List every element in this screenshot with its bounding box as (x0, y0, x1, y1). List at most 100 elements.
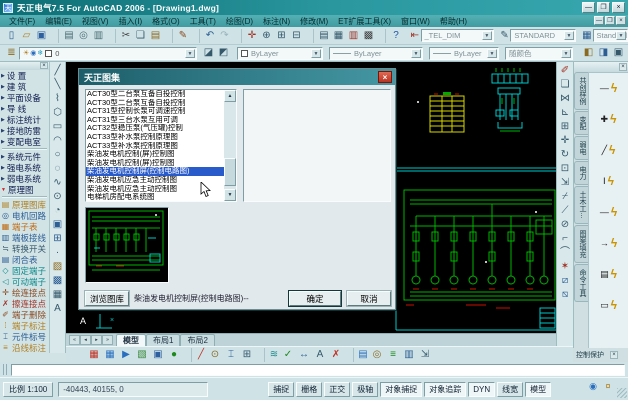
plot-style-combo[interactable]: 随颜色▼ (505, 47, 573, 60)
chamfer-icon[interactable]: ⌐ (558, 232, 572, 246)
palette-tab[interactable]: 电力 (574, 161, 588, 185)
list-item[interactable]: 柴油发电机控制(屏)控制图 (86, 150, 225, 159)
linetype-combo[interactable]: ByLayer▼ (329, 47, 423, 60)
menu-item[interactable]: 格式(O) (147, 16, 185, 27)
tz-dim-icon[interactable]: ↔ (296, 348, 312, 362)
chevron-down-icon[interactable]: ▼ (411, 49, 421, 58)
resize-grip[interactable] (617, 388, 627, 398)
layer-combo[interactable]: ☀ ◉ ❄ 0 ▼ (19, 47, 197, 60)
menu-group-item[interactable]: ▶强电系统 (0, 162, 49, 173)
minimize-button[interactable]: — (582, 2, 595, 13)
help-icon[interactable]: ? (385, 29, 403, 43)
status-toggle-button[interactable]: 极轴 (352, 382, 378, 397)
list-item[interactable]: ACT30型二台泵互备自投控制 (86, 90, 225, 99)
chevron-down-icon[interactable]: ▼ (564, 31, 574, 40)
layout-tab[interactable]: 布局2 (180, 334, 214, 346)
cancel-button[interactable]: 取消 (347, 291, 391, 306)
designcenter-icon[interactable]: ▦ (331, 29, 346, 43)
ok-button[interactable]: 确定 (289, 291, 341, 306)
palette-tab[interactable]: 共创样例 (574, 72, 588, 110)
calculator-icon[interactable]: ▩ (361, 29, 376, 43)
tab-nav-icon[interactable]: ◂ (80, 335, 91, 345)
list-item[interactable]: ACT31型控制长泵可调速控制 (86, 107, 225, 116)
menu-command-item[interactable]: ✛绘连接点 (0, 287, 49, 298)
open-file-icon[interactable]: ▱ (19, 29, 34, 43)
list-item[interactable]: 柴油发电机控制屏(控制电路图) (86, 167, 225, 176)
polygon-icon[interactable]: ⬡ (51, 106, 65, 120)
tz-bus-icon[interactable]: ≡ (385, 348, 401, 362)
tz-panel-icon[interactable]: ▥ (401, 348, 417, 362)
tab-nav-icon[interactable]: « (69, 335, 80, 345)
tz-export-icon[interactable]: ⇲ (417, 348, 433, 362)
zoom-realtime-icon[interactable]: ⊕ (259, 29, 274, 43)
mtext-icon[interactable]: A (51, 302, 65, 316)
dialog-close-button[interactable]: × (378, 71, 392, 83)
explode-icon[interactable]: ✶ (558, 260, 572, 274)
menu-item[interactable]: 帮助(H) (435, 16, 472, 27)
maximize-button[interactable]: ❐ (597, 2, 610, 13)
undo-icon[interactable]: ↶ (199, 29, 217, 43)
list-item[interactable]: ACT33型补水泵控制原理图 (86, 142, 225, 151)
symbol-breaker-2[interactable]: Ⅰϟ (594, 170, 624, 192)
hatch-icon[interactable]: ▨ (51, 260, 65, 274)
menu-group-item[interactable]: ▶平面设备 (0, 92, 49, 103)
menu-item[interactable]: 编辑(E) (40, 16, 77, 27)
symbol-breaker-1[interactable]: ╱ϟ (594, 139, 624, 161)
break-icon[interactable]: ⊘ (558, 218, 572, 232)
layer-previous-icon[interactable]: ◩ (216, 46, 231, 60)
tz-layer-tool-icon[interactable]: ◧ (581, 46, 596, 60)
tz-view-icon[interactable]: ▣ (611, 46, 626, 60)
menu-item[interactable]: 修改(M) (295, 16, 333, 27)
table-style-combo[interactable]: Standard▼ (593, 29, 628, 42)
menu-command-item[interactable]: ◇固定端子 (0, 265, 49, 276)
chevron-down-icon[interactable]: ▼ (616, 31, 626, 40)
plot-icon[interactable]: ▤ (58, 29, 76, 43)
move-icon[interactable]: ✛ (558, 134, 572, 148)
trim-icon[interactable]: ⌿ (558, 190, 572, 204)
stretch-icon[interactable]: ⇲ (558, 176, 572, 190)
menu-command-item[interactable]: ≒转换开关 (0, 243, 49, 254)
child-restore-button[interactable]: ❐ (605, 16, 615, 25)
menu-item[interactable]: 插入(I) (114, 16, 148, 27)
list-item[interactable]: ACT33型补水泵控制原理图 (86, 133, 225, 142)
status-toggle-button[interactable]: 对象追踪 (424, 382, 466, 397)
menu-command-item[interactable]: ✐端子删除 (0, 309, 49, 320)
match-properties-icon[interactable]: ✎ (172, 29, 190, 43)
close-icon[interactable]: × (619, 63, 627, 71)
list-item[interactable]: ACT32型稳压泵(气压罐)控制 (86, 124, 225, 133)
palette-tab[interactable]: 弱电 (574, 136, 588, 160)
tz-pick-icon[interactable]: ▶ (118, 348, 134, 362)
menu-group-item[interactable]: ▶弱电系统 (0, 173, 49, 184)
make-object-layer-current-icon[interactable]: ◪ (201, 46, 216, 60)
menu-group-item[interactable]: ▶变配电室 (0, 136, 49, 147)
line-icon[interactable]: ╱ (51, 64, 65, 78)
symbol-box[interactable]: ▭ϟ (594, 294, 624, 316)
properties-icon[interactable]: ▤ (313, 29, 331, 43)
new-file-icon[interactable]: ▯ (4, 29, 19, 43)
child-close-button[interactable]: × (616, 16, 626, 25)
menu-group-item[interactable]: ▶建 筑 (0, 81, 49, 92)
revcloud-icon[interactable]: ◌ (51, 162, 65, 176)
status-toggle-button[interactable]: 模型 (525, 382, 551, 397)
tz-erase2-icon[interactable]: ✗ (328, 348, 344, 362)
command-input[interactable] (11, 364, 625, 376)
make-block-icon[interactable]: ⊞ (51, 232, 65, 246)
tz-palette-icon[interactable]: ▦ (86, 348, 102, 362)
menu-item[interactable]: 窗口(W) (396, 16, 435, 27)
menu-group-item[interactable]: ▶设 置 (0, 70, 49, 81)
menu-group-item[interactable]: ▶标注统计 (0, 114, 49, 125)
tz-stat-icon[interactable]: ≋ (264, 348, 280, 362)
palette-header[interactable]: × (574, 62, 628, 72)
color-combo[interactable]: ByLayer▼ (237, 47, 323, 60)
status-toggle-button[interactable]: 栅格 (296, 382, 322, 397)
offset-icon[interactable]: ⊾ (558, 106, 572, 120)
menu-group-item[interactable]: ▶接地防雷 (0, 125, 49, 136)
palette-tab[interactable]: 命令工具 (574, 264, 588, 302)
menu-item[interactable]: 绘图(D) (221, 16, 258, 27)
symbol-relay[interactable]: ▤ϟ (594, 263, 624, 285)
menu-item[interactable]: 标注(N) (258, 16, 295, 27)
chevron-down-icon[interactable]: ▼ (482, 31, 492, 40)
scrollbar-thumb[interactable] (224, 158, 236, 186)
tz-table-icon[interactable]: ▦ (102, 348, 118, 362)
menu-item[interactable]: 视图(V) (77, 16, 114, 27)
